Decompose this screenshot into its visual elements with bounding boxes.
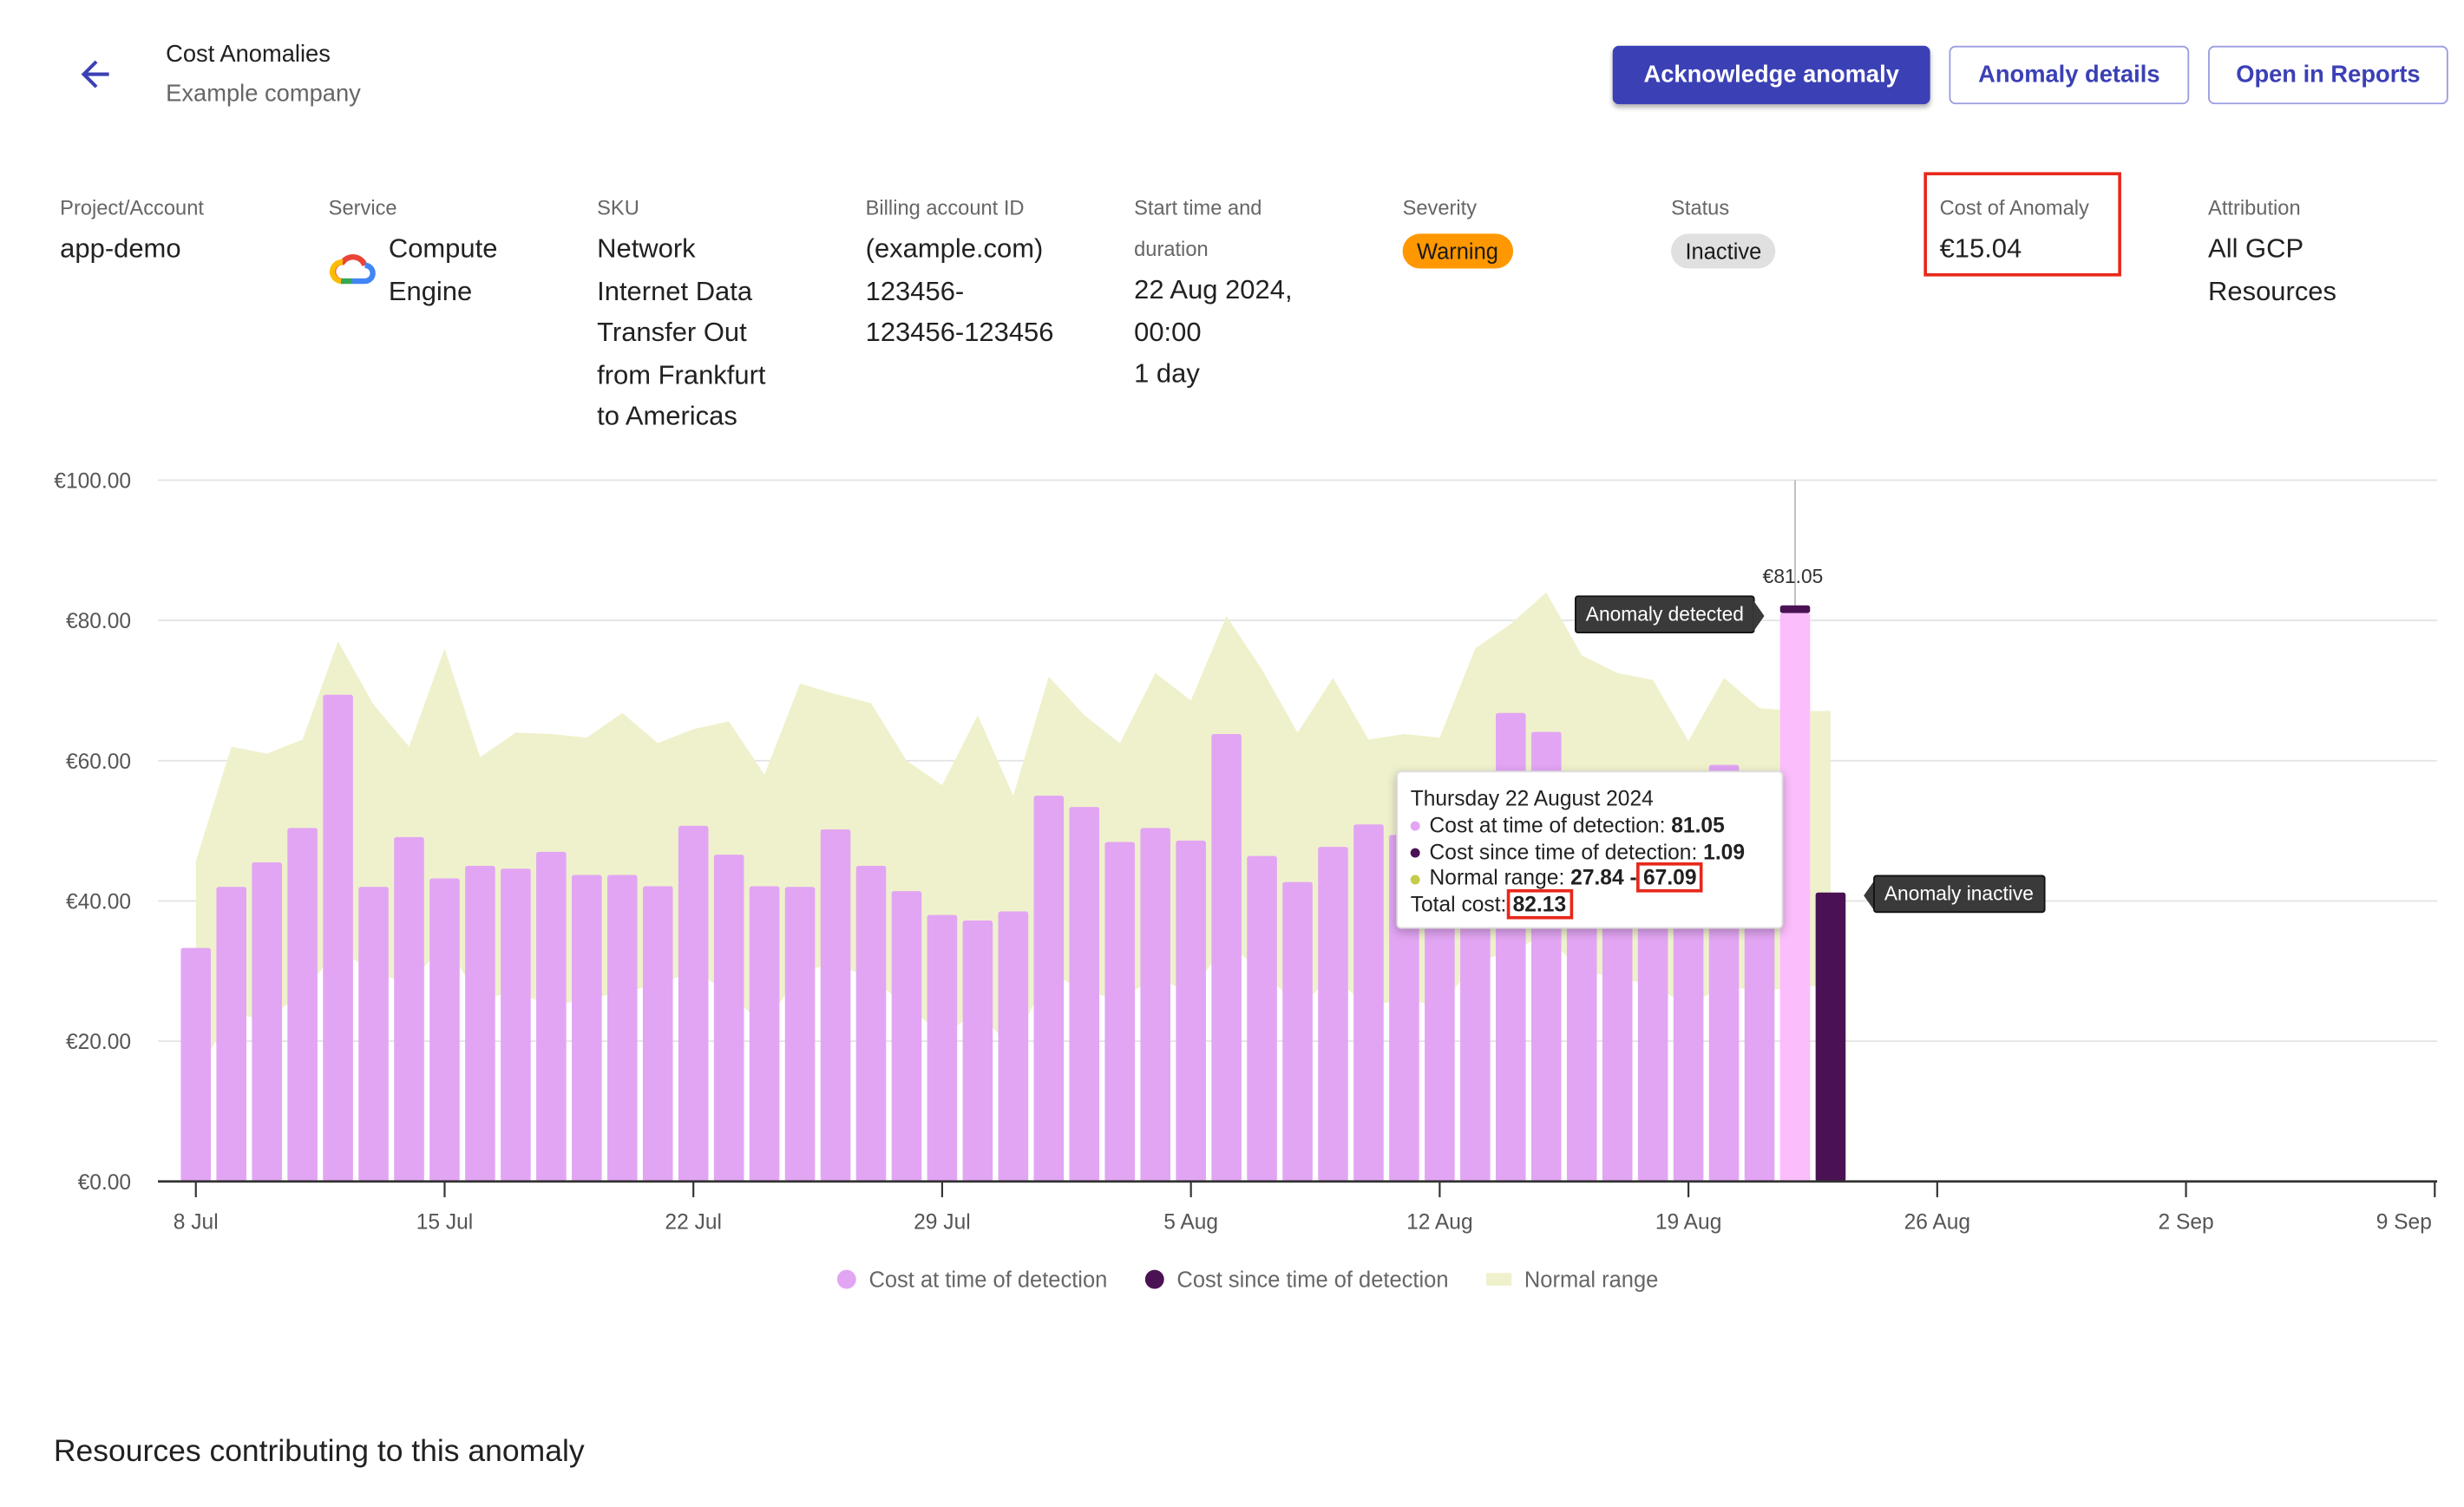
bar-cost-at-31-Jul (998, 911, 1029, 1182)
y-tick-label: €60.00 (66, 750, 131, 774)
anomaly-inactive-annotation: Anomaly inactive (1873, 875, 2045, 914)
bar-cost-at-25-Jul (784, 887, 816, 1182)
bar-cost-since-23-Aug (1815, 892, 1846, 1182)
x-tick-label: 26 Aug (1904, 1210, 1970, 1234)
y-tick-label: €100.00 (54, 470, 131, 494)
bar-cost-at-2-Aug (1069, 807, 1100, 1182)
square-icon (1486, 1273, 1512, 1286)
bar-cost-at-18-Jul (536, 851, 567, 1182)
bar-cost-at-29-Jul (927, 914, 958, 1182)
x-tick-label: 19 Aug (1655, 1210, 1722, 1234)
bar-cost-at-9-Aug (1318, 847, 1348, 1182)
bar-cost-at-19-Aug (1673, 887, 1704, 1182)
bar-cost-at-22-Aug (1779, 613, 1811, 1182)
bar-cost-at-21-Aug (1744, 901, 1775, 1182)
total-highlight: 82.13 (1506, 889, 1573, 920)
range-high-highlight: 67.09 (1636, 862, 1703, 894)
circle-icon (1145, 1269, 1164, 1289)
bar-cost-since-22-Aug (1779, 605, 1811, 613)
bar-cost-at-26-Jul (820, 829, 851, 1182)
annotation-text: Anomaly detected (1585, 603, 1744, 626)
bar-cost-at-19-Jul (572, 875, 602, 1182)
x-tick-label: 22 Jul (665, 1210, 722, 1234)
chart-tooltip: Thursday 22 August 2024 Cost at time of … (1396, 770, 1784, 929)
bar-cost-at-8-Aug (1282, 881, 1313, 1182)
bar-cost-at-13-Jul (358, 887, 389, 1182)
x-tick-label: 29 Jul (914, 1210, 971, 1234)
bar-cost-at-20-Jul (606, 875, 638, 1182)
resources-heading: Resources contributing to this anomaly (53, 1434, 585, 1470)
bar-cost-at-16-Jul (465, 865, 495, 1182)
bar-cost-at-15-Jul (429, 878, 460, 1182)
circle-icon (837, 1269, 856, 1289)
legend-cost-since[interactable]: Cost since time of detection (1145, 1267, 1449, 1292)
peak-value-label: €81.05 (1762, 565, 1824, 588)
y-tick-label: €0.00 (78, 1171, 131, 1195)
bar-cost-at-18-Aug (1637, 894, 1668, 1182)
bar-cost-at-5-Aug (1176, 840, 1206, 1182)
chart-legend: Cost at time of detection Cost since tim… (0, 1267, 2464, 1292)
bar-cost-at-11-Jul (287, 828, 318, 1182)
bar-cost-at-6-Aug (1211, 734, 1242, 1182)
y-tick-label: €20.00 (66, 1031, 131, 1054)
legend-normal-range[interactable]: Normal range (1486, 1267, 1658, 1292)
bar-cost-at-22-Jul (678, 825, 709, 1182)
bar-cost-at-10-Aug (1353, 824, 1384, 1182)
legend-cost-at[interactable]: Cost at time of detection (837, 1267, 1107, 1292)
tooltip-normal-range: Normal range: 27.84 -67.09 (1410, 862, 1769, 894)
bar-cost-at-27-Jul (855, 865, 887, 1182)
tooltip-cost-since: Cost since time of detection: 1.09 (1410, 840, 1769, 867)
anomaly-detected-annotation: Anomaly detected (1575, 595, 1755, 634)
bar-cost-at-4-Aug (1140, 828, 1170, 1182)
y-tick-label: €40.00 (66, 891, 131, 914)
bar-cost-at-8-Jul (180, 947, 212, 1182)
bar-cost-at-3-Aug (1104, 842, 1136, 1182)
x-tick-label: 2 Sep (2158, 1210, 2213, 1234)
bar-cost-at-12-Jul (323, 694, 353, 1182)
x-tick-label: 9 Sep (2376, 1210, 2432, 1234)
pointer-right-icon (1753, 600, 1765, 632)
bar-cost-at-9-Jul (216, 887, 246, 1182)
bar-cost-at-14-Jul (394, 836, 424, 1182)
bar-cost-at-17-Jul (501, 868, 531, 1182)
bar-cost-at-28-Jul (891, 891, 922, 1182)
bar-cost-at-24-Jul (749, 886, 780, 1182)
annotation-text: Anomaly inactive (1884, 882, 2034, 906)
x-tick-label: 8 Jul (174, 1210, 219, 1234)
tooltip-cost-at: Cost at time of detection: 81.05 (1410, 813, 1769, 840)
x-tick-label: 5 Aug (1163, 1210, 1218, 1234)
tooltip-total: Total cost: 82.13 (1411, 889, 1769, 920)
bar-cost-at-1-Aug (1033, 796, 1065, 1182)
bar-cost-at-23-Jul (713, 855, 744, 1182)
x-tick-label: 15 Jul (416, 1210, 474, 1234)
y-tick-label: €80.00 (66, 610, 131, 633)
x-tick-label: 12 Aug (1406, 1210, 1473, 1234)
bar-cost-at-21-Jul (642, 886, 673, 1182)
tooltip-date: Thursday 22 August 2024 (1410, 786, 1654, 810)
bar-cost-at-10-Jul (252, 862, 282, 1182)
bar-cost-at-30-Jul (962, 921, 993, 1182)
bar-cost-at-7-Aug (1247, 855, 1277, 1182)
page: Cost Anomalies Example company Acknowled… (0, 0, 2464, 1507)
